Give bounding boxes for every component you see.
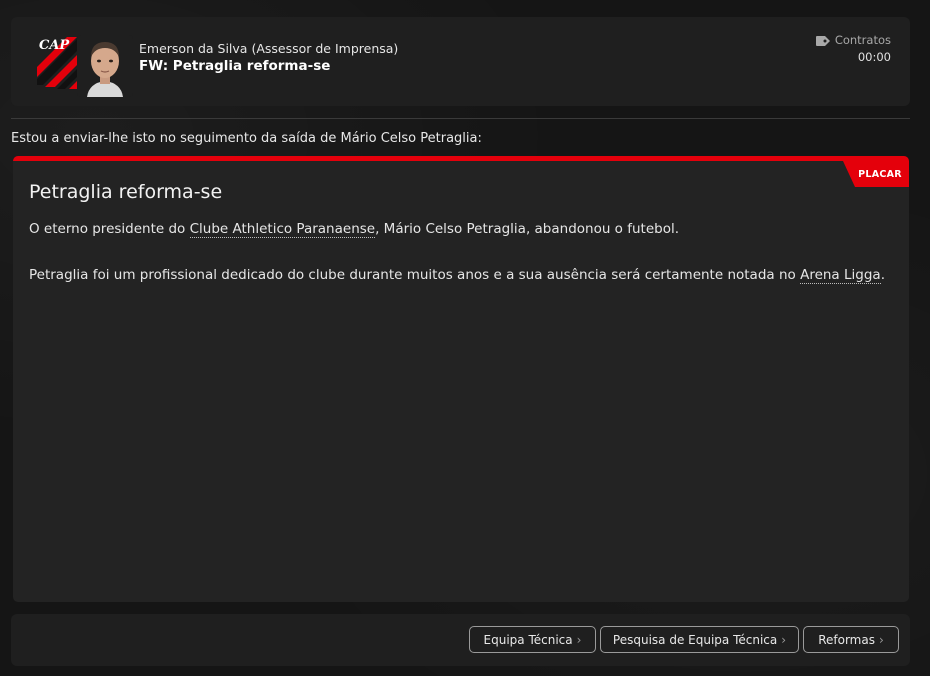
svg-text:CAP: CAP	[39, 38, 70, 53]
message-category: Contratos	[815, 33, 891, 47]
article-paragraph: Petraglia foi um profissional dedicado d…	[29, 267, 885, 284]
news-article: PLACAR Petraglia reforma-se O eterno pre…	[13, 156, 909, 602]
intro-text: Estou a enviar-lhe isto no seguimento da…	[11, 131, 482, 146]
paragraph-text: Petraglia foi um profissional dedicado d…	[29, 267, 801, 283]
message-time: 00:00	[857, 50, 891, 64]
club-link[interactable]: Clube Athletico Paranaense	[189, 221, 376, 238]
button-label: Reformas	[818, 632, 875, 647]
chevron-right-icon: ›	[781, 632, 787, 647]
retirements-button[interactable]: Reformas ›	[803, 626, 899, 653]
button-label: Equipa Técnica	[483, 632, 573, 647]
stadium-link[interactable]: Arena Ligga	[800, 267, 881, 284]
paragraph-text: , Mário Celso Petraglia, abandonou o fut…	[375, 221, 680, 237]
paragraph-text: O eterno presidente do	[29, 221, 190, 237]
category-label: Contratos	[834, 33, 891, 47]
message-header: CAP Emerson da Silva (Assessor de Impren…	[11, 17, 910, 106]
tag-icon	[815, 35, 830, 46]
article-title: Petraglia reforma-se	[29, 181, 223, 203]
paragraph-text: .	[880, 267, 885, 283]
message-subject: FW: Petraglia reforma-se	[139, 58, 331, 74]
chevron-right-icon: ›	[878, 632, 884, 647]
chevron-right-icon: ›	[576, 632, 582, 647]
avatar[interactable]	[77, 35, 133, 97]
staff-button[interactable]: Equipa Técnica ›	[469, 626, 596, 653]
sender-name[interactable]: Emerson da Silva (Assessor de Imprensa)	[139, 41, 398, 56]
divider	[11, 118, 910, 119]
button-label: Pesquisa de Equipa Técnica	[612, 632, 778, 647]
source-badge: PLACAR	[843, 161, 909, 187]
staff-search-button[interactable]: Pesquisa de Equipa Técnica ›	[600, 626, 799, 653]
action-bar: Equipa Técnica › Pesquisa de Equipa Técn…	[11, 614, 910, 666]
article-paragraph: O eterno presidente do Clube Athletico P…	[29, 221, 680, 238]
